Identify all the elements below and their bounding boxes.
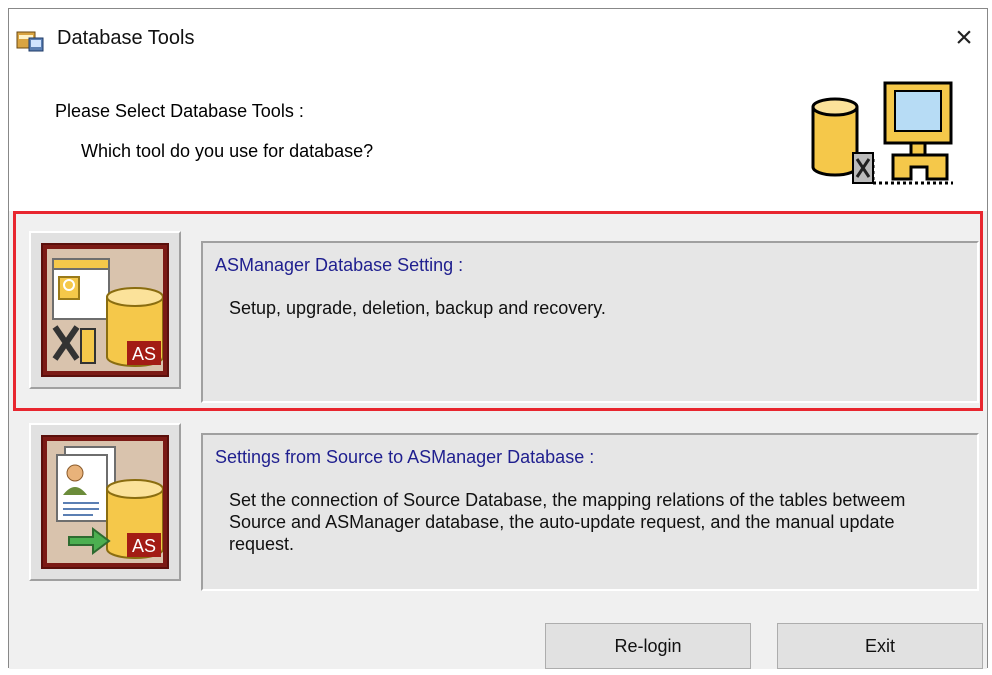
tools-panel: AS ASManager Database Setting : Setup, u…: [9, 211, 987, 669]
asmanager-database-setting-info: ASManager Database Setting : Setup, upgr…: [201, 241, 979, 403]
window-title: Database Tools: [57, 27, 195, 49]
question-text: Which tool do you use for database?: [81, 141, 374, 161]
tool-title: Settings from Source to ASManager Databa…: [215, 447, 595, 467]
close-button[interactable]: ×: [941, 15, 987, 61]
select-prompt: Please Select Database Tools :: [55, 101, 304, 121]
exit-label: Exit: [864, 635, 895, 656]
database-computer-icon: [811, 81, 953, 185]
header-panel: Please Select Database Tools : Which too…: [9, 65, 987, 211]
relogin-button[interactable]: Re-login: [545, 623, 751, 669]
close-icon: ×: [955, 21, 973, 54]
database-settings-icon: AS: [47, 249, 163, 371]
source-to-asmanager-settings-button[interactable]: AS: [29, 423, 181, 581]
source-to-asmanager-settings-info: Settings from Source to ASManager Databa…: [201, 433, 979, 591]
tool-description: Setup, upgrade, deletion, backup and rec…: [229, 298, 606, 318]
as-badge: AS: [132, 344, 156, 364]
database-mapping-icon: AS: [47, 441, 163, 563]
database-tools-app-icon: [16, 31, 44, 52]
relogin-label: Re-login: [614, 635, 682, 656]
asmanager-database-setting-button[interactable]: AS: [29, 231, 181, 389]
tool-icon-frame: AS: [41, 243, 169, 377]
database-tools-window: Database Tools × Please Select Database …: [8, 8, 988, 669]
title-bar: Database Tools ×: [9, 9, 987, 65]
as-badge: AS: [132, 536, 156, 556]
tool-title: ASManager Database Setting :: [215, 255, 464, 275]
exit-button[interactable]: Exit: [777, 623, 983, 669]
tool-description: Set the connection of Source Database, t…: [229, 490, 906, 554]
tool-icon-frame: AS: [41, 435, 169, 569]
